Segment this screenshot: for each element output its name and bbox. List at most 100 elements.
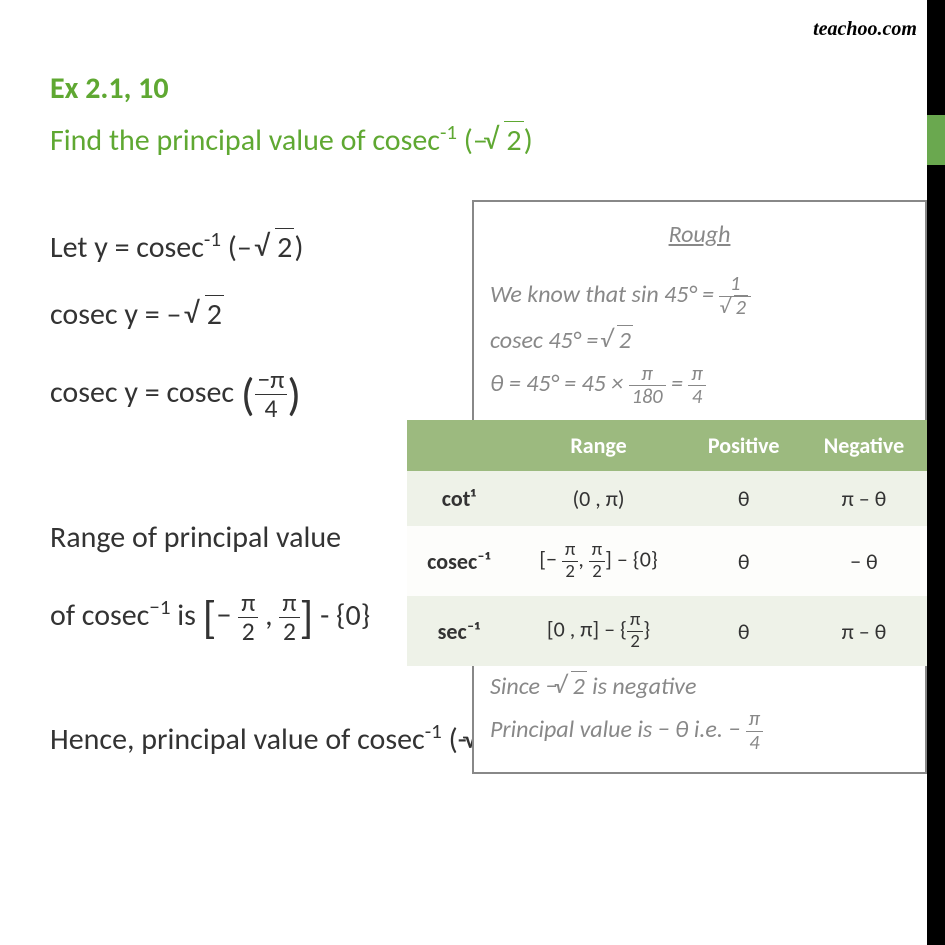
rough-l1-pre: We know that sin 45° =	[490, 280, 719, 309]
range-neg: −	[216, 596, 238, 633]
question-exponent: -1	[440, 119, 457, 145]
open-paren-icon: (	[241, 368, 255, 423]
range-num1: π	[238, 589, 258, 618]
hence-exp: -1	[425, 718, 442, 744]
table-header-row: Range Positive Negative	[407, 420, 927, 471]
cell-cot-neg: π – θ	[801, 471, 927, 526]
range2-mid: is	[170, 596, 202, 633]
cell-cot-pos: θ	[686, 471, 800, 526]
rough-l3-den1: 180	[629, 386, 666, 408]
cell-cosec: cosec⁻¹	[407, 526, 511, 596]
cell-sec-pos: θ	[686, 596, 800, 666]
th-positive: Positive	[686, 420, 800, 471]
rough-b2-den: 4	[746, 732, 763, 754]
close-paren-icon: )	[287, 368, 301, 423]
rough-b1-pre: Since −	[490, 672, 557, 701]
fraction: π2	[589, 540, 605, 582]
r2c2-pre: [−	[539, 545, 562, 572]
rough-work-box: Rough We know that sin 45° = 12 cosec 45…	[472, 200, 927, 429]
cell-sec: sec⁻¹	[407, 596, 511, 666]
line1-arg-post: )	[294, 229, 303, 266]
cell-cot: cot¹	[407, 471, 511, 526]
th-range: Range	[511, 420, 687, 471]
r2c2-d2: 2	[589, 562, 605, 583]
cell-cosec-pos: θ	[686, 526, 800, 596]
range2-exp: −1	[149, 593, 170, 619]
rough-l1-den-rad: 2	[734, 295, 748, 320]
rough-l2-pre: cosec 45° =	[490, 326, 604, 355]
fraction: π2	[279, 589, 299, 646]
r3c2-pre: [0 , π] – {	[547, 615, 627, 642]
table-row: sec⁻¹ [0 , π] – {π2} θ π – θ	[407, 596, 927, 666]
fraction: π4	[688, 363, 705, 409]
sqrt-icon: 2	[188, 286, 224, 343]
line3-num: −π	[255, 366, 288, 395]
open-bracket-icon: [	[203, 591, 217, 646]
question-prefix: Find the principal value of cosec	[50, 122, 440, 159]
sqrt-icon: 2	[604, 319, 633, 362]
question-text: Find the principal value of cosec-1 (–2)	[50, 119, 915, 159]
cell-cosec-neg: − θ	[801, 526, 927, 596]
rough-l3-pre: θ = 45° = 45 ×	[490, 369, 629, 398]
rough-b1-rad: 2	[571, 671, 587, 701]
fraction: π2	[238, 589, 258, 646]
th-blank	[407, 420, 511, 471]
rough-line-1: We know that sin 45° = 12	[490, 273, 909, 319]
line1-arg-pre: (–	[221, 229, 259, 266]
cell-cosec-range: [− π2, π2] – {0}	[511, 526, 687, 596]
fraction: π180	[629, 363, 666, 409]
cell-cot-range: (0 , π)	[511, 471, 687, 526]
sqrt-icon: 2	[722, 297, 748, 319]
fraction: 12	[719, 273, 751, 319]
line3-prefix: cosec y = cosec	[50, 374, 241, 411]
th-negative: Negative	[801, 420, 927, 471]
table-row: cosec⁻¹ [− π2, π2] – {0} θ − θ	[407, 526, 927, 596]
range-minus-set: - {0}	[313, 596, 370, 633]
range-den2: 2	[279, 618, 299, 646]
cell-sec-neg: π – θ	[801, 596, 927, 666]
fraction: −π4	[255, 366, 288, 423]
table-row: cot¹ (0 , π) θ π – θ	[407, 471, 927, 526]
rough-title: Rough	[490, 220, 909, 249]
rough-l3-den2: 4	[688, 386, 705, 408]
rough-b1-post: is negative	[587, 672, 697, 701]
sqrt-icon: 2	[488, 122, 524, 159]
rough-line-3: θ = 45° = 45 × π180 = π4	[490, 362, 909, 408]
cell-sec-range: [0 , π] – {π2}	[511, 596, 687, 666]
line2-radicand: 2	[205, 295, 224, 333]
rough-l3-num2: π	[688, 363, 705, 386]
r2c2-n1: π	[562, 540, 578, 562]
rough-bottom-1: Since − 2 is negative	[490, 665, 909, 708]
range2-pre: of cosec	[50, 596, 149, 633]
hence-pre: Hence, principal value of cosec	[50, 721, 425, 758]
rough-b2-pre: Principal value is − θ i.e. −	[490, 715, 746, 744]
range-den1: 2	[238, 618, 258, 646]
rough-l3-mid: =	[666, 369, 689, 398]
question-radicand: 2	[504, 121, 523, 159]
r3c2-n: π	[627, 610, 643, 632]
fraction: π2	[562, 540, 578, 582]
r2c2-n2: π	[589, 540, 605, 562]
sqrt-icon: 2	[557, 665, 586, 708]
exercise-title: Ex 2.1, 10	[50, 70, 915, 107]
rough-l2-rad: 2	[617, 325, 633, 355]
r2c2-d1: 2	[562, 562, 578, 583]
line1-exp: -1	[204, 226, 221, 252]
rough-b2-num: π	[746, 708, 763, 731]
range-comma: ,	[258, 596, 279, 633]
sqrt-icon: 2	[259, 219, 295, 276]
line1-prefix: Let y = cosec	[50, 229, 204, 266]
line3-den: 4	[255, 395, 288, 423]
rough-bottom-2: Principal value is − θ i.e. − π4	[490, 708, 909, 754]
range-num2: π	[279, 589, 299, 618]
rough-l1-num: 1	[719, 273, 751, 296]
r3c2-post: }	[643, 615, 650, 642]
r2c2-post: ] – {0}	[605, 545, 658, 572]
line1-radicand: 2	[275, 228, 294, 266]
line2-prefix: cosec y = –	[50, 296, 188, 333]
rough-l1-den: 2	[719, 297, 751, 319]
rough-l3-num1: π	[629, 363, 666, 386]
question-arg-post: )	[524, 122, 533, 159]
range-table: Range Positive Negative cot¹ (0 , π) θ π…	[407, 420, 927, 666]
r2c2-mid: ,	[578, 545, 588, 572]
